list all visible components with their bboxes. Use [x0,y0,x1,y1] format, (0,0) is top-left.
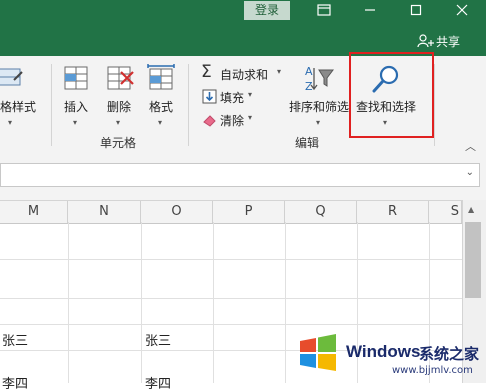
clear-label: 清除 [220,114,245,128]
chevron-down-icon: ▾ [8,118,13,127]
scroll-up-icon[interactable]: ▲ [468,205,474,214]
user-icon [417,34,434,48]
chevron-down-icon: ▾ [248,90,253,99]
chevron-down-icon: ▾ [116,118,121,127]
column-header-s[interactable]: S [429,201,462,223]
eraser-icon [203,115,216,127]
highlight-box [349,52,434,138]
delete-button[interactable]: 删除 ▾ [100,64,138,134]
column-header-r[interactable]: R [357,201,429,223]
grid-line [0,324,462,325]
fill-button[interactable]: 填充 ▾ [200,87,260,107]
group-divider [51,64,52,146]
cell-o-zhangsan[interactable]: 张三 [145,330,171,349]
column-header-p[interactable]: P [213,201,285,223]
chevron-down-icon: ▾ [248,113,253,122]
login-button[interactable]: 登录 [244,1,290,20]
close-icon[interactable] [450,0,474,22]
autosum-label: 自动求和 [220,68,269,82]
insert-cells-icon [64,66,88,90]
chevron-down-icon: ▾ [277,67,282,76]
clear-button[interactable]: 清除 ▾ [200,110,260,130]
grid-line [0,298,462,299]
autosum-button[interactable]: Σ 自动求和 ▾ [200,62,288,84]
column-header-q[interactable]: Q [285,201,357,223]
format-label: 格式 [149,100,174,114]
ribbon-display-icon[interactable] [312,0,336,22]
chevron-down-icon: ▾ [316,118,321,127]
grid-line [213,222,214,383]
delete-cells-icon [107,66,134,90]
grid-line [68,222,69,383]
chevron-down-icon: ▾ [73,118,78,127]
grid-line [0,259,462,260]
fill-label: 填充 [220,91,245,105]
column-header-m[interactable]: M [0,201,68,223]
share-button[interactable]: 共享 [417,34,460,51]
group-divider [434,64,435,146]
cell-m-zhangsan[interactable]: 张三 [2,330,28,349]
collapse-ribbon-icon[interactable]: ︿ [465,138,476,154]
column-header-n[interactable]: N [68,201,141,223]
formula-bar[interactable]: ⌄ [0,163,480,187]
svg-text:A: A [305,65,313,78]
expand-formula-bar-icon[interactable]: ⌄ [466,167,474,178]
watermark-brand: Windows [346,342,421,361]
chevron-down-icon: ▾ [158,118,163,127]
cells-group-label: 单元格 [100,136,137,150]
sort-filter-button[interactable]: A Z 排序和筛选 ▾ [287,64,351,134]
edit-group-label: 编辑 [295,136,320,150]
format-button[interactable]: 格式 ▾ [143,64,181,134]
column-header-o[interactable]: O [141,201,213,223]
watermark-site-name: 系统之家 [419,345,480,363]
minimize-icon[interactable] [358,0,382,22]
sort-filter-label: 排序和筛选 [289,100,350,114]
fill-down-icon [202,89,217,104]
windows-logo-icon [300,334,336,371]
sort-filter-icon: A Z [305,65,334,93]
cell-styles-icon [0,68,23,86]
grid-line [141,222,142,383]
format-cells-icon [147,64,175,90]
group-divider [188,64,189,146]
grid-line [285,222,286,383]
insert-label: 插入 [64,100,89,114]
delete-label: 删除 [107,100,132,114]
watermark-url: www.bjjmlv.com [392,365,473,376]
cell-styles-label: 格样式 [0,100,37,114]
column-header-row: M N O P Q R S [0,200,462,224]
cell-styles-button[interactable]: 格样式 ▾ [0,64,40,134]
watermark: Windows 系统之家 www.bjjmlv.com [294,330,486,383]
sigma-icon: Σ [201,62,212,82]
scrollbar-thumb[interactable] [465,222,481,298]
share-label: 共享 [436,35,461,49]
insert-button[interactable]: 插入 ▾ [58,64,96,134]
maximize-icon[interactable] [404,0,428,22]
